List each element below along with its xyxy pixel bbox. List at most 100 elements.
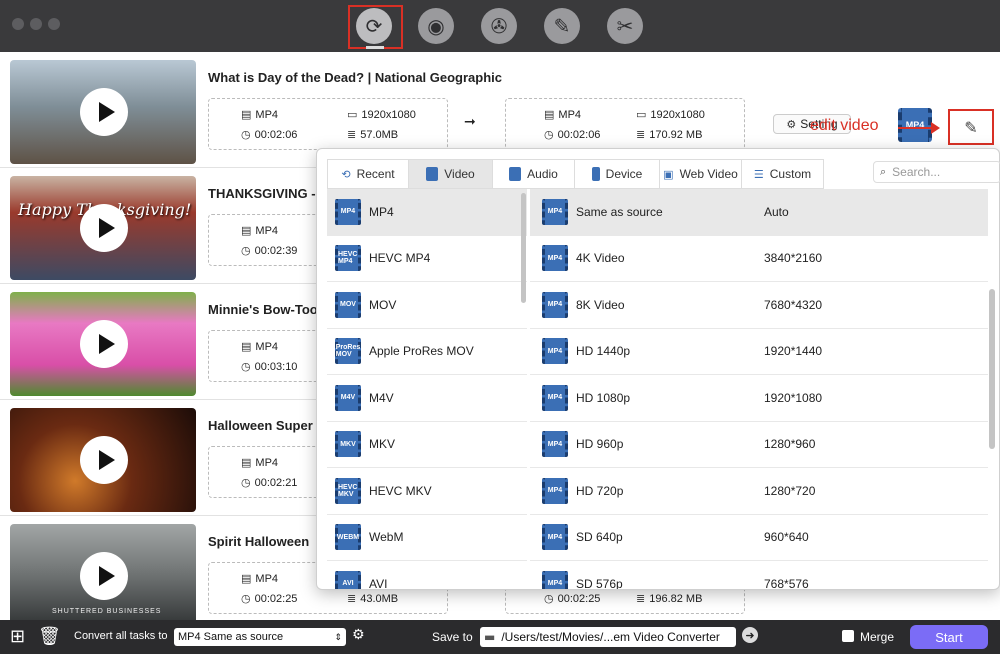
video-title: THANKSGIVING - (208, 186, 316, 201)
video-thumbnail[interactable] (10, 292, 196, 396)
tab-custom[interactable]: ☰ Custom (742, 159, 824, 189)
monitor-icon: ▭ (636, 108, 647, 121)
resolution-item[interactable]: MP4 SD 576p 768*576 (530, 561, 988, 589)
play-icon[interactable] (80, 436, 128, 484)
video-edit-icon[interactable]: ✎ (544, 8, 580, 44)
format-search-input[interactable]: ⌕ Search... (873, 161, 1000, 183)
convert-icon[interactable]: ⟳ (356, 8, 392, 44)
format-list: MP4 MP4 HEVC MP4 HEVC MP4 MOV MOV ProRes MO… (327, 189, 527, 589)
play-icon[interactable] (80, 88, 128, 136)
open-folder-arrow-icon[interactable]: ➜ (742, 627, 758, 643)
mp4-icon: MP4 (542, 524, 568, 551)
close-window-button[interactable] (12, 18, 24, 30)
convert-all-label: Convert all tasks to (74, 630, 168, 642)
video-film-icon[interactable]: ✇ (481, 8, 517, 44)
format-item-mp4[interactable]: MP4 MP4 (327, 189, 527, 236)
zoom-window-button[interactable] (48, 18, 60, 30)
tab-recent[interactable]: ⟲ Recent (327, 159, 409, 189)
video-title: What is Day of the Dead? | National Geog… (208, 70, 503, 85)
output-format-icon[interactable]: MP4 (898, 108, 932, 142)
resolution-item[interactable]: MP4 8K Video 7680*4320 (530, 282, 988, 329)
folder-icon: ▬ (484, 630, 496, 644)
web-video-icon: ▣ (663, 167, 674, 181)
source-duration: 00:02:25 (254, 592, 298, 605)
video-tools-icon[interactable]: ✂ (607, 8, 643, 44)
resolution-name: HD 960p (576, 437, 624, 452)
format-item-webm[interactable]: WEBM WebM (327, 515, 527, 561)
trash-icon[interactable]: 🗑 (38, 626, 61, 647)
clock-icon: ◷ (241, 244, 251, 257)
tab-label: Web Video (679, 167, 738, 181)
format-label: MP4 (369, 204, 394, 219)
start-button[interactable]: Start (910, 625, 988, 649)
mp4-icon: MP4 (542, 198, 568, 225)
save-path-value: /Users/test/Movies/...em Video Converter (501, 630, 720, 644)
resolution-item[interactable]: MP4 HD 1080p 1920*1080 (530, 375, 988, 422)
hevc-mp4-icon: HEVC MP4 (335, 245, 361, 272)
video-thumbnail[interactable]: Happy Thanksgiving! (10, 176, 196, 280)
format-item-mov[interactable]: MOV MOV (327, 282, 527, 329)
film-icon: ▤ (544, 108, 555, 121)
resolution-name: 4K Video (576, 251, 625, 266)
resolution-item[interactable]: MP4 HD 720p 1280*720 (530, 468, 988, 515)
format-item-avi[interactable]: AVI AVI (327, 561, 527, 589)
source-format: MP4 (255, 108, 279, 121)
play-icon[interactable] (80, 204, 128, 252)
resolution-list-scrollbar[interactable] (989, 289, 995, 449)
mp4-icon: MP4 (542, 570, 568, 589)
play-icon[interactable] (80, 552, 128, 600)
gear-icon[interactable]: ⚙ (352, 627, 365, 643)
resolution-item[interactable]: MP4 HD 960p 1280*960 (530, 422, 988, 468)
format-tabs: ⟲ Recent Video Audio Device ▣ Web Video ☰ C… (327, 159, 824, 189)
source-format: MP4 (255, 456, 279, 469)
video-title: Halloween Super (208, 418, 313, 433)
resolution-item[interactable]: MP4 Same as source Auto (530, 189, 988, 236)
source-duration: 00:02:06 (254, 128, 298, 141)
video-title: Minnie's Bow-Too (208, 302, 318, 317)
format-list-scrollbar[interactable] (521, 193, 526, 303)
recent-icon: ⟲ (341, 167, 351, 181)
format-label: M4V (369, 390, 394, 405)
resolution-item[interactable]: MP4 4K Video 3840*2160 (530, 236, 988, 282)
video-thumbnail[interactable] (10, 408, 196, 512)
resolution-item[interactable]: MP4 SD 640p 960*640 (530, 515, 988, 561)
output-duration: 00:02:06 (557, 128, 601, 141)
tab-label: Device (605, 167, 643, 181)
pencil-icon: ✎ (964, 117, 978, 137)
add-file-icon[interactable]: ⊞ (10, 626, 25, 647)
format-item-prores-mov[interactable]: ProRes MOV Apple ProRes MOV (327, 329, 527, 375)
format-item-hevc-mp4[interactable]: HEVC MP4 HEVC MP4 (327, 236, 527, 282)
video-thumbnail[interactable] (10, 60, 196, 164)
save-path-field[interactable]: ▬ /Users/test/Movies/...em Video Converte… (480, 627, 736, 647)
mkv-icon: MKV (335, 431, 361, 458)
mp4-icon: MP4 (542, 245, 568, 272)
tab-web-video[interactable]: ▣ Web Video (660, 159, 742, 189)
tab-label: Video (444, 167, 475, 181)
output-format: MP4 (558, 108, 582, 121)
video-thumbnail[interactable]: SHUTTERED BUSINESSES (10, 524, 196, 620)
resolution-name: 8K Video (576, 297, 625, 312)
format-item-hevc-mkv[interactable]: HEVC MKV HEVC MKV (327, 468, 527, 515)
resolution-item[interactable]: MP4 HD 1440p 1920*1440 (530, 329, 988, 375)
tab-device[interactable]: Device (575, 159, 660, 189)
edit-video-button[interactable]: ✎ (948, 109, 994, 145)
mp4-icon: MP4 (542, 338, 568, 365)
convert-all-select[interactable]: MP4 Same as source ⇕ (174, 628, 346, 646)
play-icon[interactable] (80, 320, 128, 368)
output-info-box: ▤ MP4 ◷ 00:02:06 ▭ 1920x1080 ≣ 170.92 MB (505, 98, 745, 150)
convert-all-value: MP4 Same as source (178, 631, 284, 643)
format-item-m4v[interactable]: M4V M4V (327, 375, 527, 422)
tab-video[interactable]: Video (409, 159, 493, 189)
format-item-mkv[interactable]: MKV MKV (327, 422, 527, 468)
storage-icon: ≣ (636, 128, 646, 141)
mp4-icon: MP4 (335, 198, 361, 225)
tab-audio[interactable]: Audio (493, 159, 575, 189)
resolution-value: 1920*1080 (764, 390, 823, 405)
rip-dvd-icon[interactable]: ◉ (418, 8, 454, 44)
merge-checkbox[interactable] (842, 630, 854, 642)
gear-icon: ⚙ (786, 117, 797, 131)
edit-video-annotation: edit video (810, 117, 879, 134)
video-icon (426, 167, 439, 181)
minimize-window-button[interactable] (30, 18, 42, 30)
search-icon: ⌕ (880, 165, 887, 178)
